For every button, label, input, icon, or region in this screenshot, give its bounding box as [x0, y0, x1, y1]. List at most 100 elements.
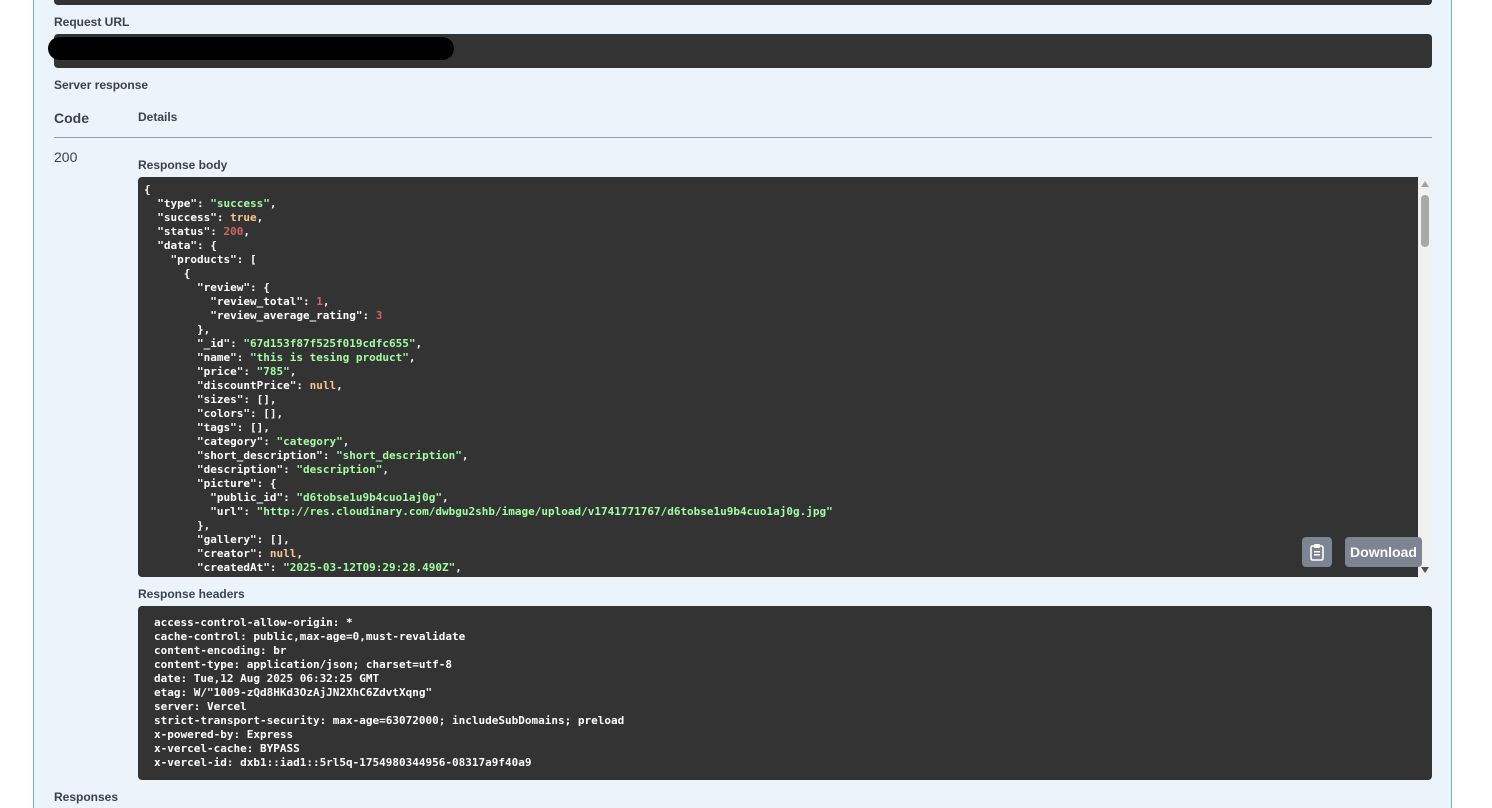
header-line: date: Tue,12 Aug 2025 06:32:25 GMT	[154, 672, 380, 685]
json-line: {	[144, 267, 833, 281]
header-line: strict-transport-security: max-age=63072…	[154, 714, 625, 727]
json-line: "url": "http://res.cloudinary.com/dwbgu2…	[144, 505, 833, 519]
json-token: "colors"	[144, 407, 250, 420]
json-token: "data"	[144, 239, 197, 252]
json-token: :	[243, 365, 257, 378]
json-token: "d6tobse1u9b4cuo1aj0g"	[296, 491, 443, 504]
json-token: ,	[336, 379, 343, 392]
json-line: },	[144, 519, 833, 533]
json-line: "colors": [],	[144, 407, 833, 421]
json-token: :	[322, 449, 337, 462]
json-token: "status"	[144, 225, 211, 238]
json-token: "discountPrice"	[144, 379, 297, 392]
json-token: :	[236, 351, 250, 364]
json-token: ,	[289, 365, 297, 378]
json-token: "short_description"	[144, 449, 323, 462]
json-token: ,	[269, 197, 277, 210]
header-line: etag: W/"1009-zQd8HKd3OzAjJN2XhC6ZdvtXqn…	[154, 686, 433, 699]
json-token: "description"	[296, 463, 383, 476]
response-headers-label: Response headers	[138, 587, 245, 601]
table-divider	[54, 137, 1432, 138]
header-line: x-powered-by: Express	[154, 728, 294, 741]
json-token: "gallery"	[144, 533, 257, 546]
json-line: "sizes": [],	[144, 393, 833, 407]
json-line: "success": true,	[144, 211, 833, 225]
header-line: x-vercel-id: dxb1::iad1::5rl5q-175498034…	[154, 756, 532, 769]
json-token: 1	[316, 295, 323, 308]
json-line: "picture": {	[144, 477, 833, 491]
json-token: "2025-03-12T09:29:28.490Z"	[283, 561, 456, 574]
json-token: 200	[223, 225, 244, 238]
json-token: ,	[408, 351, 416, 364]
header-line: content-type: application/json; charset=…	[154, 658, 453, 671]
json-token: :	[302, 295, 317, 308]
json-line: "_id": "67d153f87f525f019cdfc655",	[144, 337, 833, 351]
json-line: "name": "this is tesing product",	[144, 351, 833, 365]
response-body-scrollbar[interactable]	[1418, 177, 1432, 577]
json-token: :	[296, 379, 310, 392]
json-token: :	[263, 435, 277, 448]
json-token: "http://res.cloudinary.com/dwbgu2shb/ima…	[256, 505, 833, 518]
json-token: :	[243, 505, 257, 518]
json-line: "price": "785",	[144, 365, 833, 379]
json-token: "success"	[144, 211, 217, 224]
response-headers-box[interactable]: access-control-allow-origin: * cache-cont…	[138, 606, 1432, 780]
json-token: ,	[256, 211, 264, 224]
header-line: x-vercel-cache: BYPASS	[154, 742, 300, 755]
server-response-label: Server response	[54, 78, 149, 92]
json-token: ,	[415, 337, 423, 350]
header-line: cache-control: public,max-age=0,must-rev…	[154, 630, 466, 643]
json-token: 3	[375, 309, 383, 322]
request-body-box-bottom	[54, 0, 1432, 5]
json-line: "type": "success",	[144, 197, 833, 211]
json-line: "description": "description",	[144, 463, 833, 477]
json-token: "picture"	[144, 477, 257, 490]
json-token: "category"	[144, 435, 264, 448]
json-token: ,	[322, 295, 330, 308]
json-token: "createdAt"	[144, 561, 270, 574]
json-token: "success"	[210, 197, 270, 210]
response-headers-text: access-control-allow-origin: * cache-cont…	[154, 616, 624, 770]
details-column-header: Details	[138, 110, 178, 124]
download-button[interactable]: Download	[1345, 537, 1422, 567]
response-body-box[interactable]: { "type": "success", "success": true, "s…	[138, 177, 1432, 577]
json-token: : {	[256, 477, 277, 490]
json-line: "discountPrice": null,	[144, 379, 833, 393]
clipboard-icon	[1310, 544, 1324, 561]
redacted-url	[48, 37, 454, 60]
json-token: :	[283, 491, 297, 504]
json-token: :	[269, 561, 284, 574]
scroll-up-arrow-icon[interactable]	[1421, 181, 1429, 187]
response-body-json: { "type": "success", "success": true, "s…	[144, 183, 833, 575]
json-line: "review_total": 1,	[144, 295, 833, 309]
json-token: {	[144, 183, 151, 196]
json-token: "type"	[144, 197, 197, 210]
json-token: :	[230, 337, 244, 350]
response-code: 200	[54, 149, 78, 165]
json-token: "this is tesing product"	[249, 351, 409, 364]
json-line: "public_id": "d6tobse1u9b4cuo1aj0g",	[144, 491, 833, 505]
json-token: },	[144, 519, 211, 532]
json-token: "short_description"	[336, 449, 462, 462]
json-token: "_id"	[144, 337, 231, 350]
json-line: "category": "category",	[144, 435, 833, 449]
json-token: "url"	[144, 505, 244, 518]
json-line: "gallery": [],	[144, 533, 833, 547]
scroll-thumb[interactable]	[1421, 195, 1429, 247]
json-token: : [],	[243, 393, 277, 406]
json-token: ,	[382, 463, 390, 476]
json-token: "review_total"	[144, 295, 303, 308]
json-token: : [	[236, 253, 257, 266]
json-line: "createdAt": "2025-03-12T09:29:28.490Z",	[144, 561, 833, 575]
scroll-down-arrow-icon[interactable]	[1421, 567, 1429, 573]
json-line: },	[144, 323, 833, 337]
copy-to-clipboard-button[interactable]	[1302, 537, 1332, 567]
json-line: "short_description": "short_description"…	[144, 449, 833, 463]
json-token: :	[210, 225, 224, 238]
json-line: "review": {	[144, 281, 833, 295]
json-token: "67d153f87f525f019cdfc655"	[243, 337, 416, 350]
code-column-header: Code	[54, 110, 89, 126]
json-token: null	[269, 547, 297, 560]
json-token: : {	[249, 281, 270, 294]
json-token: :	[216, 211, 231, 224]
